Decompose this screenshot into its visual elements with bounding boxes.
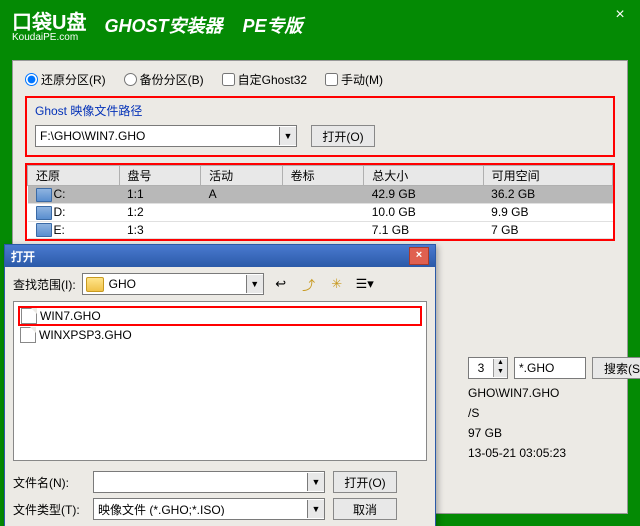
ghost-path-combo[interactable]: ▼ (35, 125, 297, 147)
file-list[interactable]: WIN7.GHO WINXPSP3.GHO (13, 301, 427, 461)
mode-radios: 还原分区(R) 备份分区(B) 自定Ghost32 手动(M) (25, 71, 615, 88)
chevron-down-icon[interactable]: ▼ (246, 275, 263, 293)
file-item[interactable]: WIN7.GHO (18, 306, 422, 326)
folder-icon (86, 277, 104, 292)
search-button[interactable]: 搜索(S) (592, 357, 640, 379)
col-disk[interactable]: 盘号 (119, 166, 201, 186)
dialog-titlebar[interactable]: 打开 × (5, 245, 435, 267)
open-dialog: 打开 × 查找范围(I): GHO ▼ ↩ ⤴ ✳ ☰▾ WIN7.GHOWIN… (4, 244, 436, 526)
ext-combo[interactable]: ▼ (514, 357, 586, 379)
filetype-label: 文件类型(T): (13, 501, 85, 518)
col-free[interactable]: 可用空间 (483, 166, 612, 186)
check-custom[interactable]: 自定Ghost32 (222, 71, 307, 88)
filetype-combo[interactable]: ▼ (93, 498, 325, 520)
app-title-edition: PE专版 (242, 12, 302, 38)
col-restore[interactable]: 还原 (28, 166, 120, 186)
drive-icon (36, 206, 52, 220)
filename-label: 文件名(N): (13, 474, 85, 491)
app-title-installer: GHOST安装器 (104, 12, 222, 38)
radio-restore-input[interactable] (25, 73, 38, 86)
partition-table: 还原 盘号 活动 卷标 总大小 可用空间 C:1:1A42.9 GB36.2 G… (25, 163, 615, 241)
close-button[interactable]: × (608, 4, 632, 26)
radio-restore[interactable]: 还原分区(R) (25, 71, 106, 88)
filename-input[interactable] (94, 475, 307, 489)
lookin-folder: GHO (107, 277, 246, 291)
info-path: GHO\WIN7.GHO (468, 383, 640, 403)
file-icon (21, 308, 37, 324)
chevron-up-icon[interactable]: ▲ (493, 359, 507, 368)
count-spinner[interactable]: ▲▼ (468, 357, 508, 379)
chevron-down-icon[interactable]: ▼ (307, 473, 324, 491)
table-header-row: 还原 盘号 活动 卷标 总大小 可用空间 (28, 166, 613, 186)
col-label[interactable]: 卷标 (282, 166, 364, 186)
dialog-open-button[interactable]: 打开(O) (333, 471, 397, 493)
lookin-label: 查找范围(I): (13, 276, 76, 293)
file-icon (20, 327, 36, 343)
logo-text: 口袋U盘 (12, 12, 86, 34)
ghost-path-input[interactable] (36, 129, 279, 143)
back-icon[interactable]: ↩ (270, 273, 292, 295)
chevron-down-icon[interactable]: ▼ (307, 500, 324, 518)
lookin-combo[interactable]: GHO ▼ (82, 273, 264, 295)
drive-icon (36, 188, 52, 202)
file-item[interactable]: WINXPSP3.GHO (18, 326, 422, 344)
count-input[interactable] (469, 360, 493, 376)
check-manual-input[interactable] (325, 73, 338, 86)
up-folder-icon[interactable]: ⤴ (298, 273, 320, 295)
ghost-path-group: Ghost 映像文件路径 ▼ 打开(O) (25, 96, 615, 157)
col-total[interactable]: 总大小 (364, 166, 483, 186)
table-row[interactable]: E:1:37.1 GB7 GB (28, 221, 613, 239)
filetype-input[interactable] (94, 502, 307, 516)
col-active[interactable]: 活动 (201, 166, 283, 186)
dialog-close-button[interactable]: × (409, 247, 429, 265)
ghost-path-title: Ghost 映像文件路径 (35, 102, 605, 119)
check-manual[interactable]: 手动(M) (325, 71, 383, 88)
file-name: WIN7.GHO (40, 309, 101, 323)
filename-combo[interactable]: ▼ (93, 471, 325, 493)
drive-icon (36, 223, 52, 237)
radio-backup[interactable]: 备份分区(B) (124, 71, 204, 88)
view-menu-icon[interactable]: ☰▾ (354, 273, 376, 295)
new-folder-icon[interactable]: ✳ (326, 273, 348, 295)
logo-subtext: KoudaiPE.com (12, 33, 86, 43)
app-logo: 口袋U盘 KoudaiPE.com (12, 7, 86, 43)
table-row[interactable]: D:1:210.0 GB9.9 GB (28, 203, 613, 221)
dialog-cancel-button[interactable]: 取消 (333, 498, 397, 520)
check-custom-input[interactable] (222, 73, 235, 86)
table-row[interactable]: C:1:1A42.9 GB36.2 GB (28, 186, 613, 204)
radio-backup-input[interactable] (124, 73, 137, 86)
chevron-down-icon[interactable]: ▼ (493, 368, 507, 377)
info-size: 97 GB (468, 423, 640, 443)
title-bar: 口袋U盘 KoudaiPE.com GHOST安装器 PE专版 × (0, 0, 640, 50)
info-panel: ▲▼ ▼ 搜索(S) GHO\WIN7.GHO /S 97 GB 13-05-2… (468, 357, 640, 463)
file-name: WINXPSP3.GHO (39, 328, 132, 342)
chevron-down-icon[interactable]: ▼ (279, 127, 296, 145)
info-date: 13-05-21 03:05:23 (468, 443, 640, 463)
dialog-title: 打开 (11, 248, 35, 265)
open-button[interactable]: 打开(O) (311, 125, 375, 147)
info-fs: /S (468, 403, 640, 423)
